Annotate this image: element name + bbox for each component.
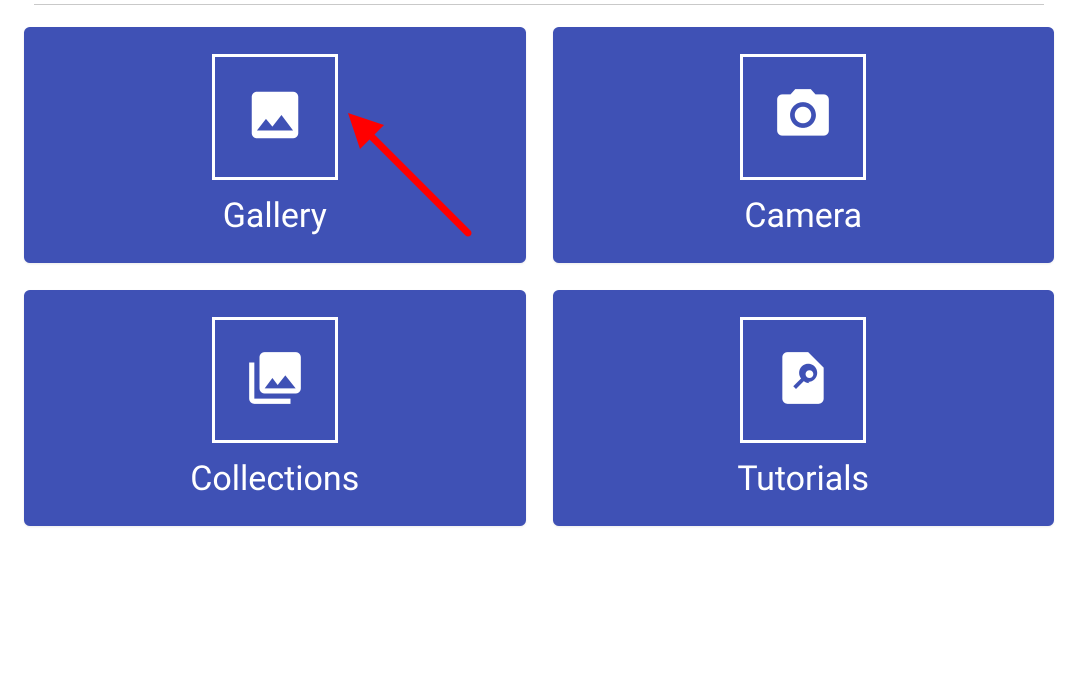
search-page-icon (772, 347, 834, 413)
card-grid: Gallery Camera Collections Tutorials (24, 27, 1054, 526)
tutorials-label: Tutorials (737, 459, 869, 499)
camera-icon-frame (740, 54, 866, 180)
camera-label: Camera (744, 196, 862, 236)
collections-label: Collections (190, 459, 359, 499)
image-icon (244, 84, 306, 150)
camera-card[interactable]: Camera (553, 27, 1055, 263)
tutorials-icon-frame (740, 317, 866, 443)
divider-line (34, 4, 1044, 5)
tutorials-card[interactable]: Tutorials (553, 290, 1055, 526)
gallery-icon-frame (212, 54, 338, 180)
camera-icon (772, 84, 834, 150)
gallery-card[interactable]: Gallery (24, 27, 526, 263)
collections-icon (244, 347, 306, 413)
collections-icon-frame (212, 317, 338, 443)
gallery-label: Gallery (223, 196, 327, 236)
collections-card[interactable]: Collections (24, 290, 526, 526)
